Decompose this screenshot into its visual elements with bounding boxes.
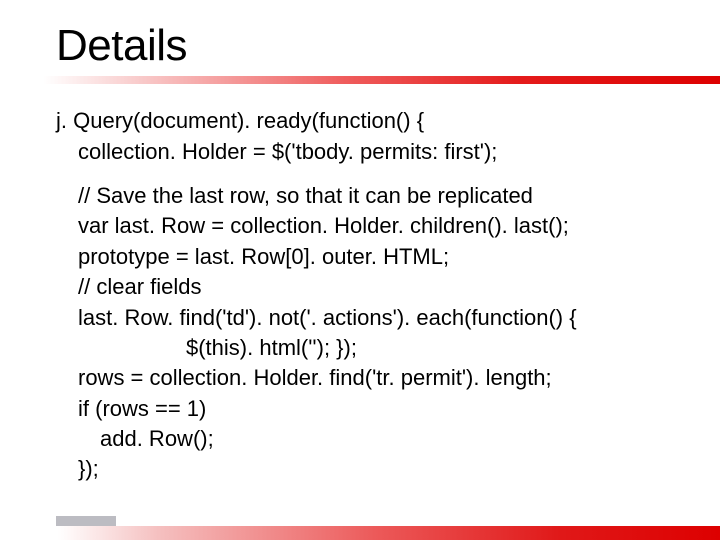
code-line: if (rows == 1) (56, 394, 664, 424)
code-line: j. Query(document). ready(function() { (56, 106, 664, 136)
title-bar: Details (0, 0, 720, 70)
code-comment: // Save the last row, so that it can be … (56, 181, 664, 211)
footer-gradient (0, 526, 720, 540)
code-line: var last. Row = collection. Holder. chil… (56, 211, 664, 241)
code-line: }); (56, 454, 664, 484)
title-underline (0, 76, 720, 84)
code-comment: // clear fields (56, 272, 664, 302)
code-line: add. Row(); (56, 424, 664, 454)
code-block: j. Query(document). ready(function() { c… (0, 70, 720, 484)
footer-marker (56, 516, 116, 526)
code-line: prototype = last. Row[0]. outer. HTML; (56, 242, 664, 272)
code-line: rows = collection. Holder. find('tr. per… (56, 363, 664, 393)
code-line: $(this). html(''); }); (56, 333, 664, 363)
code-line: collection. Holder = $('tbody. permits: … (56, 137, 664, 167)
slide-title: Details (0, 22, 720, 70)
code-line: last. Row. find('td'). not('. actions').… (56, 303, 664, 333)
